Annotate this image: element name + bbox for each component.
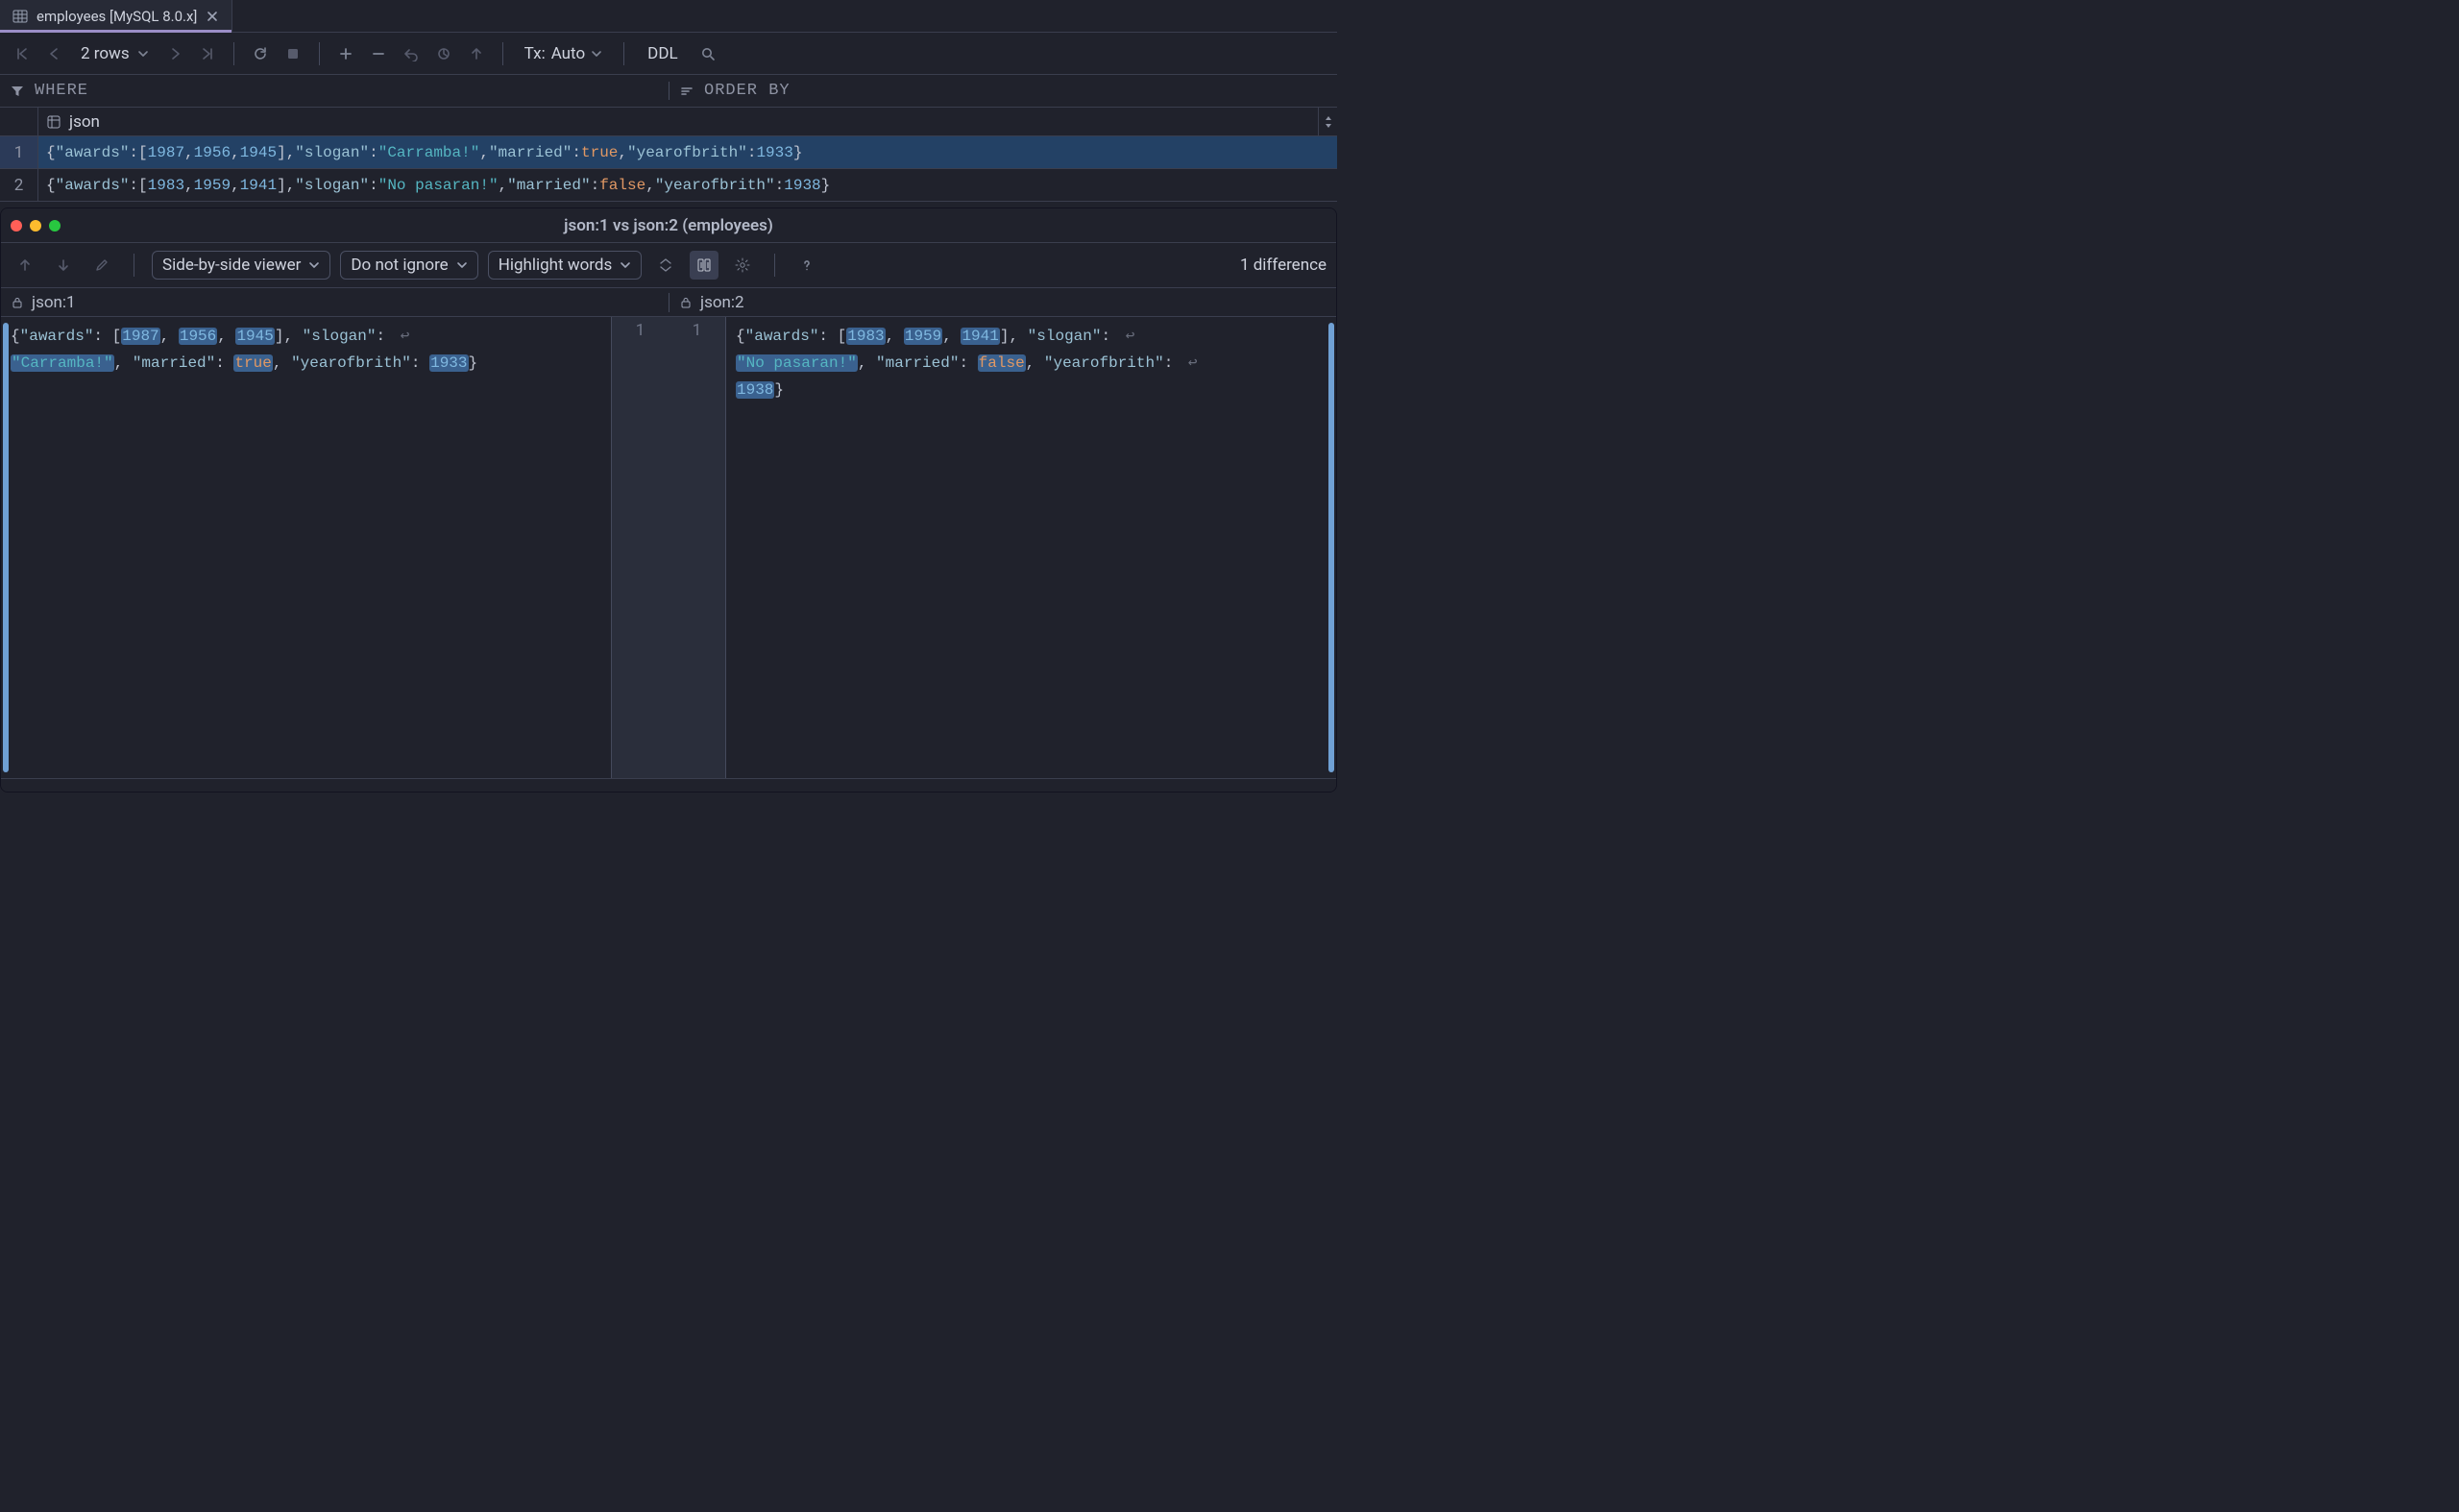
diff-gutter: 1 1 (611, 317, 726, 778)
rows-count-label: 2 rows (81, 44, 130, 63)
left-pane[interactable]: {"awards": [1987, 1956, 1945], "slogan":… (1, 317, 611, 778)
prev-diff-button[interactable] (11, 251, 39, 280)
diff-toolbar: Side-by-side viewer Do not ignore Highli… (1, 243, 1336, 288)
window-minimize-button[interactable] (30, 220, 41, 232)
chevron-down-icon (456, 259, 468, 271)
gutter-right-line: 1 (669, 321, 725, 340)
change-bar (3, 323, 9, 772)
window-zoom-button[interactable] (49, 220, 61, 232)
tab-employees[interactable]: employees [MySQL 8.0.x] (0, 0, 232, 32)
table-row[interactable]: 2{"awards": [1983, 1959, 1941], "slogan"… (0, 169, 1337, 202)
separator (774, 254, 775, 277)
right-code[interactable]: {"awards": [1983, 1959, 1941], "slogan":… (726, 317, 1336, 409)
first-page-button[interactable] (8, 39, 37, 68)
cell-json[interactable]: {"awards": [1983, 1959, 1941], "slogan":… (38, 169, 1337, 201)
ignore-mode-select[interactable]: Do not ignore (340, 251, 477, 280)
sort-icon (679, 84, 694, 99)
gutter-left-line: 1 (612, 321, 669, 340)
where-label: WHERE (35, 82, 88, 100)
close-icon[interactable] (205, 9, 220, 24)
window-controls (11, 220, 61, 232)
help-button[interactable] (792, 251, 821, 280)
lock-icon (11, 296, 24, 309)
column-sort[interactable] (1318, 108, 1337, 135)
separator (623, 42, 624, 65)
separator (233, 42, 234, 65)
window-close-button[interactable] (11, 220, 22, 232)
row-number: 2 (0, 169, 38, 201)
left-side-label: json:1 (1, 293, 669, 312)
filter-icon (10, 84, 25, 99)
result-toolbar: 2 rows Tx: Auto DDL (0, 33, 1337, 75)
diff-count: 1 difference (1240, 256, 1327, 275)
next-page-button[interactable] (160, 39, 189, 68)
rows-count[interactable]: 2 rows (73, 39, 157, 68)
settings-button[interactable] (728, 251, 757, 280)
right-side-label: json:2 (669, 293, 1336, 312)
app-frame: employees [MySQL 8.0.x] 2 rows Tx: Auto (0, 0, 1337, 834)
right-label-text: json:2 (700, 293, 744, 312)
diff-body: {"awards": [1987, 1956, 1945], "slogan":… (1, 317, 1336, 778)
viewer-mode-label: Side-by-side viewer (162, 256, 301, 275)
diff-titlebar: json:1 vs json:2 (employees) (1, 208, 1336, 243)
tx-prefix: Tx: (524, 44, 546, 63)
submit-button[interactable] (462, 39, 491, 68)
row-number: 1 (0, 136, 38, 168)
chevron-down-icon (620, 259, 631, 271)
edit-button[interactable] (87, 251, 116, 280)
last-page-button[interactable] (193, 39, 222, 68)
gutter-line: 1 1 (612, 317, 725, 344)
tx-mode[interactable]: Tx: Auto (515, 39, 613, 68)
highlight-mode-label: Highlight words (499, 256, 613, 275)
separator (319, 42, 320, 65)
prev-page-button[interactable] (40, 39, 69, 68)
column-label: json (69, 112, 100, 132)
stop-button[interactable] (279, 39, 307, 68)
column-json[interactable]: json (38, 108, 1318, 135)
preview-changes-button[interactable] (429, 39, 458, 68)
grid-corner (0, 108, 38, 135)
tab-strip: employees [MySQL 8.0.x] (0, 0, 1337, 33)
ignore-mode-label: Do not ignore (351, 256, 448, 275)
collapse-unchanged-button[interactable] (651, 251, 680, 280)
grid-header: json (0, 108, 1337, 136)
chevron-down-icon (591, 48, 602, 60)
tx-value: Auto (551, 44, 585, 63)
diff-window: json:1 vs json:2 (employees) Side-by-sid… (0, 207, 1337, 793)
viewer-mode-select[interactable]: Side-by-side viewer (152, 251, 330, 280)
right-pane[interactable]: {"awards": [1983, 1959, 1941], "slogan":… (726, 317, 1336, 778)
ddl-button[interactable]: DDL (636, 39, 689, 68)
search-button[interactable] (694, 39, 722, 68)
diff-footer (1, 778, 1336, 792)
highlight-mode-select[interactable]: Highlight words (488, 251, 643, 280)
sync-scroll-button[interactable] (690, 251, 718, 280)
add-row-button[interactable] (331, 39, 360, 68)
reload-button[interactable] (246, 39, 275, 68)
separator (502, 42, 503, 65)
change-bar (1328, 323, 1334, 772)
table-icon (12, 8, 29, 25)
filter-bar: WHERE ORDER BY (0, 75, 1337, 108)
grid-rows: 1{"awards": [1987, 1956, 1945], "slogan"… (0, 136, 1337, 202)
left-code[interactable]: {"awards": [1987, 1956, 1945], "slogan":… (1, 317, 611, 382)
next-diff-button[interactable] (49, 251, 78, 280)
lock-icon (679, 296, 693, 309)
table-row[interactable]: 1{"awards": [1987, 1956, 1945], "slogan"… (0, 136, 1337, 169)
where-cell[interactable]: WHERE (0, 82, 669, 100)
tab-title: employees [MySQL 8.0.x] (37, 8, 197, 25)
chevron-down-icon (308, 259, 320, 271)
ddl-label: DDL (647, 44, 677, 63)
left-label-text: json:1 (32, 293, 76, 312)
remove-row-button[interactable] (364, 39, 393, 68)
column-icon (46, 114, 61, 130)
diff-title: json:1 vs json:2 (employees) (11, 216, 1327, 235)
cell-json[interactable]: {"awards": [1987, 1956, 1945], "slogan":… (38, 136, 1337, 168)
revert-button[interactable] (397, 39, 426, 68)
orderby-cell[interactable]: ORDER BY (669, 82, 1337, 100)
chevron-down-icon (137, 48, 149, 60)
diff-subheader: json:1 json:2 (1, 288, 1336, 317)
orderby-label: ORDER BY (704, 82, 791, 100)
